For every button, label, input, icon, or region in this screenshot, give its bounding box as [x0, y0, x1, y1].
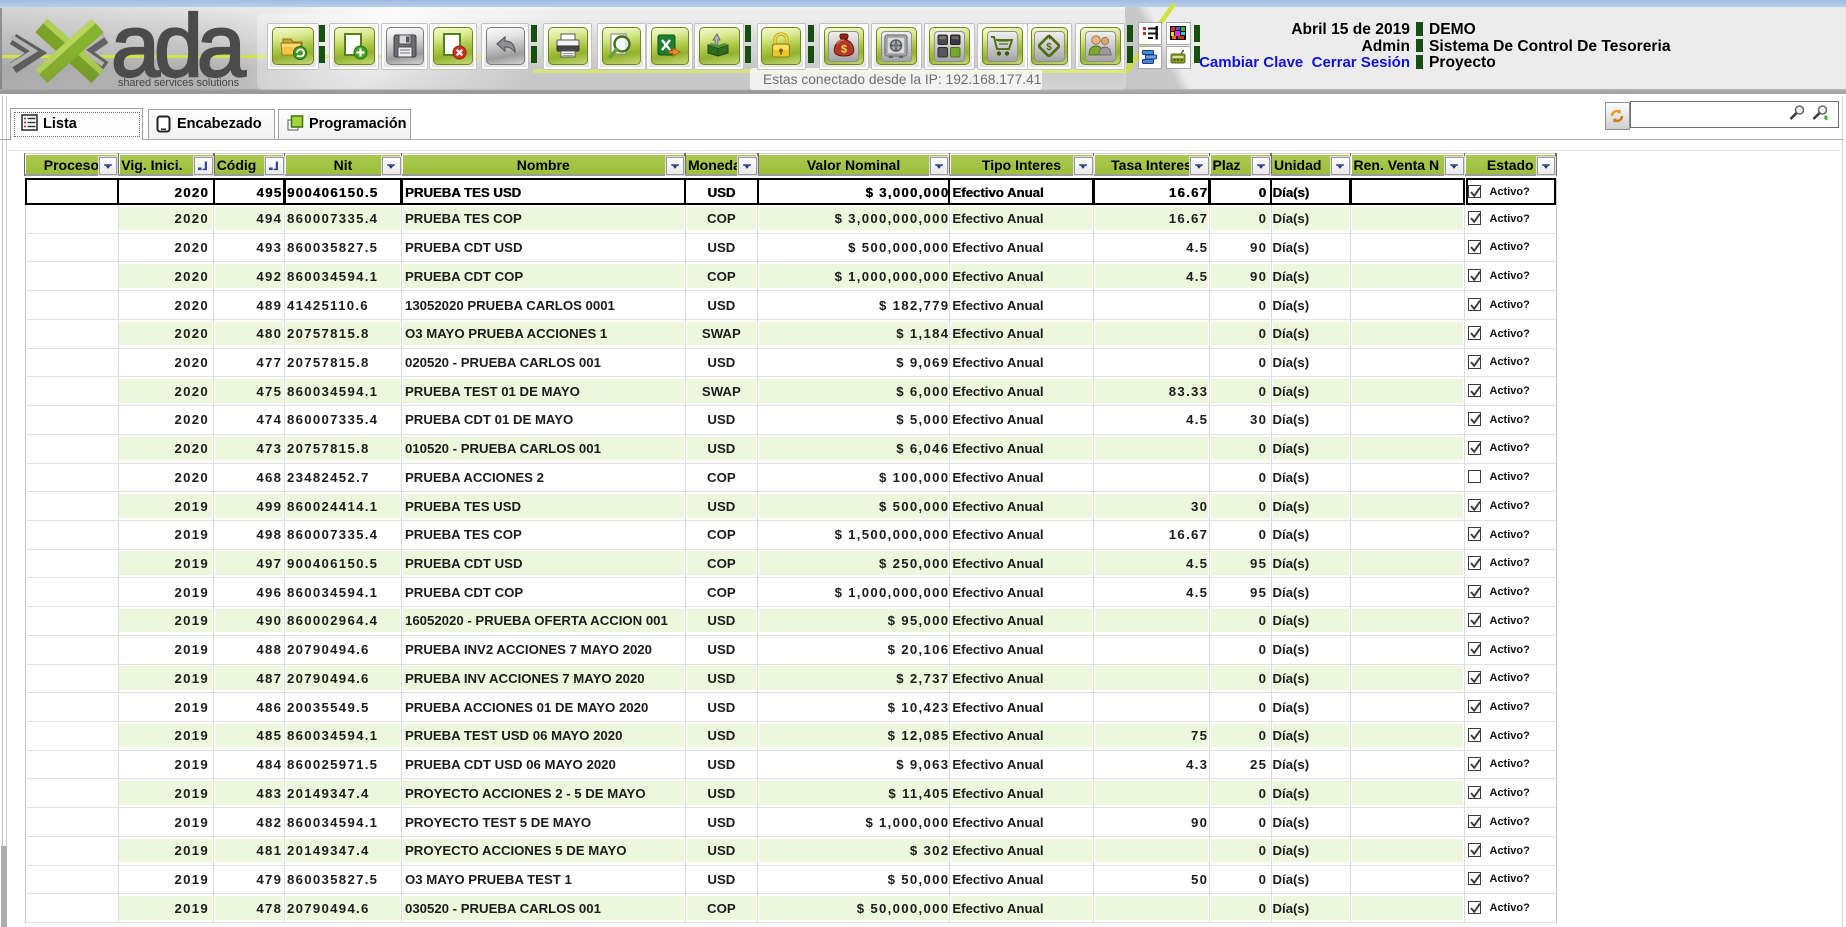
- svg-text:$: $: [1046, 42, 1052, 53]
- svg-text:$: $: [841, 44, 847, 56]
